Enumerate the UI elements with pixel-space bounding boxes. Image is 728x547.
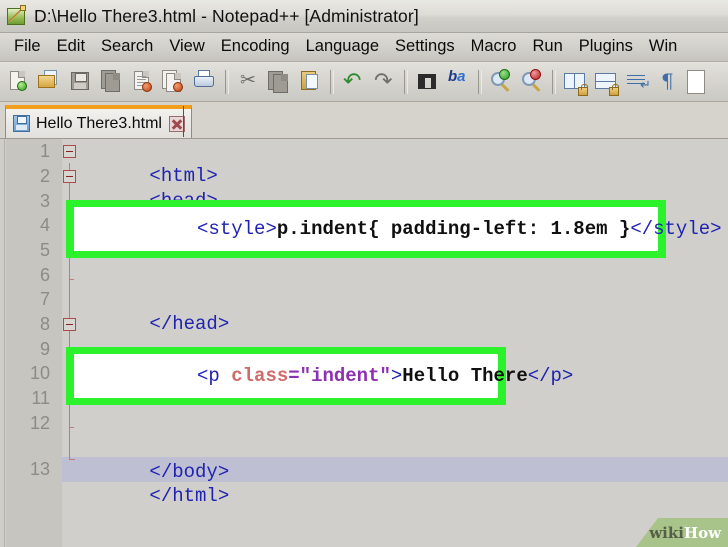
code-line-4: <style>p.indent{ padding-left: 1.8em }</… bbox=[83, 196, 722, 262]
line-number: 5 bbox=[39, 240, 50, 260]
fold-box-line2[interactable] bbox=[63, 170, 76, 183]
code-token-attribute: class bbox=[231, 365, 289, 387]
save-icon[interactable] bbox=[66, 67, 96, 97]
menu-item-file[interactable]: File bbox=[6, 35, 49, 59]
fold-end-line13 bbox=[69, 459, 75, 460]
close-file-icon[interactable] bbox=[128, 67, 158, 97]
watermark-wiki-text: wiki bbox=[649, 523, 684, 542]
cut-icon[interactable]: ✂ bbox=[233, 67, 263, 97]
new-file-icon[interactable] bbox=[4, 67, 34, 97]
window-title: D:\Hello There3.html - Notepad++ [Admini… bbox=[34, 5, 419, 26]
code-token-tag: </p> bbox=[527, 365, 574, 387]
menu-item-settings[interactable]: Settings bbox=[387, 35, 463, 59]
line-number: 13 bbox=[29, 459, 50, 479]
menu-bar: File Edit Search View Encoding Language … bbox=[0, 33, 728, 62]
notepad-plus-plus-icon bbox=[5, 5, 27, 27]
print-icon[interactable] bbox=[190, 67, 220, 97]
line-number: 6 bbox=[39, 265, 50, 285]
open-file-icon[interactable] bbox=[35, 67, 65, 97]
menu-item-plugins[interactable]: Plugins bbox=[571, 35, 641, 59]
show-all-characters-icon[interactable]: ¶ bbox=[653, 67, 683, 97]
toolbar-separator bbox=[404, 69, 408, 94]
code-token-tag: <p bbox=[197, 365, 232, 387]
line-number: 9 bbox=[39, 339, 50, 359]
fold-tick-line12 bbox=[69, 427, 74, 428]
menu-item-encoding[interactable]: Encoding bbox=[213, 35, 298, 59]
line-number: 4 bbox=[39, 215, 50, 235]
notepad-plus-plus-window: D:\Hello There3.html - Notepad++ [Admini… bbox=[0, 0, 728, 547]
fold-tick-line6 bbox=[69, 279, 74, 280]
tab-label: Hello There3.html bbox=[36, 114, 162, 132]
menu-item-run[interactable]: Run bbox=[524, 35, 570, 59]
code-token-tag: </html> bbox=[149, 485, 230, 507]
code-token-text: Hello There bbox=[402, 365, 528, 387]
highlight-callout-paragraph-line: <p class="indent">Hello There</p> bbox=[66, 347, 573, 405]
redo-icon[interactable]: ↷ bbox=[369, 67, 399, 97]
sync-horizontal-scroll-icon[interactable] bbox=[591, 67, 621, 97]
zoom-in-icon[interactable] bbox=[486, 67, 516, 97]
toolbar-separator bbox=[478, 69, 482, 94]
line-number: 3 bbox=[39, 191, 50, 211]
undo-icon[interactable]: ↶ bbox=[338, 67, 368, 97]
code-editor[interactable]: 1 2 3 4 5 6 7 8 9 10 11 12 13 <html> <he… bbox=[0, 139, 728, 547]
watermark-how-text: How bbox=[683, 523, 721, 542]
code-token-tag: > bbox=[390, 365, 403, 387]
close-all-files-icon[interactable] bbox=[159, 67, 189, 97]
line-number: 8 bbox=[39, 314, 50, 334]
code-token-text: p.indent{ padding-left: 1.8em } bbox=[276, 218, 631, 240]
language-combo[interactable] bbox=[687, 69, 705, 94]
line-number: 10 bbox=[29, 363, 50, 383]
code-token-tag: <style> bbox=[197, 218, 277, 240]
menu-item-language[interactable]: Language bbox=[298, 35, 387, 59]
toolbar-separator bbox=[330, 69, 334, 94]
sync-vertical-scroll-icon[interactable] bbox=[560, 67, 590, 97]
menu-item-view[interactable]: View bbox=[161, 35, 212, 59]
line-number: 11 bbox=[31, 388, 50, 408]
floppy-disk-icon bbox=[13, 115, 30, 132]
menu-item-edit[interactable]: Edit bbox=[49, 35, 93, 59]
paste-icon[interactable] bbox=[295, 67, 325, 97]
fold-box-line1[interactable] bbox=[63, 145, 76, 158]
zoom-out-icon[interactable] bbox=[517, 67, 547, 97]
menu-item-window[interactable]: Win bbox=[641, 35, 685, 59]
code-line-13: </html> bbox=[81, 459, 229, 534]
save-all-icon[interactable] bbox=[97, 67, 127, 97]
tab-hello-there3-html[interactable]: Hello There3.html bbox=[5, 105, 192, 138]
line-number: 12 bbox=[29, 413, 50, 433]
replace-icon[interactable]: ba bbox=[443, 67, 473, 97]
toolbar-separator bbox=[552, 69, 556, 94]
title-bar: D:\Hello There3.html - Notepad++ [Admini… bbox=[0, 0, 728, 33]
tab-divider bbox=[183, 106, 184, 137]
code-token-tag: </head> bbox=[149, 313, 230, 335]
code-token-attribute-value: ="indent" bbox=[288, 365, 391, 387]
fold-box-line8[interactable] bbox=[63, 318, 76, 331]
highlight-callout-style-line: <style>p.indent{ padding-left: 1.8em }</… bbox=[66, 200, 722, 258]
word-wrap-icon[interactable]: ↵ bbox=[622, 67, 652, 97]
toolbar: ✂ ↶ ↷ ba ↵ ¶ bbox=[0, 62, 728, 102]
copy-icon[interactable] bbox=[264, 67, 294, 97]
tab-bar: Hello There3.html bbox=[0, 102, 728, 139]
find-icon[interactable] bbox=[412, 67, 442, 97]
code-line-10: <p class="indent">Hello There</p> bbox=[83, 343, 573, 409]
line-number: 7 bbox=[39, 289, 50, 309]
code-token-tag: </style> bbox=[630, 218, 722, 240]
menu-item-search[interactable]: Search bbox=[93, 35, 161, 59]
menu-item-macro[interactable]: Macro bbox=[463, 35, 525, 59]
line-number: 2 bbox=[39, 166, 50, 186]
toolbar-separator bbox=[225, 69, 229, 94]
line-number: 1 bbox=[39, 141, 50, 161]
